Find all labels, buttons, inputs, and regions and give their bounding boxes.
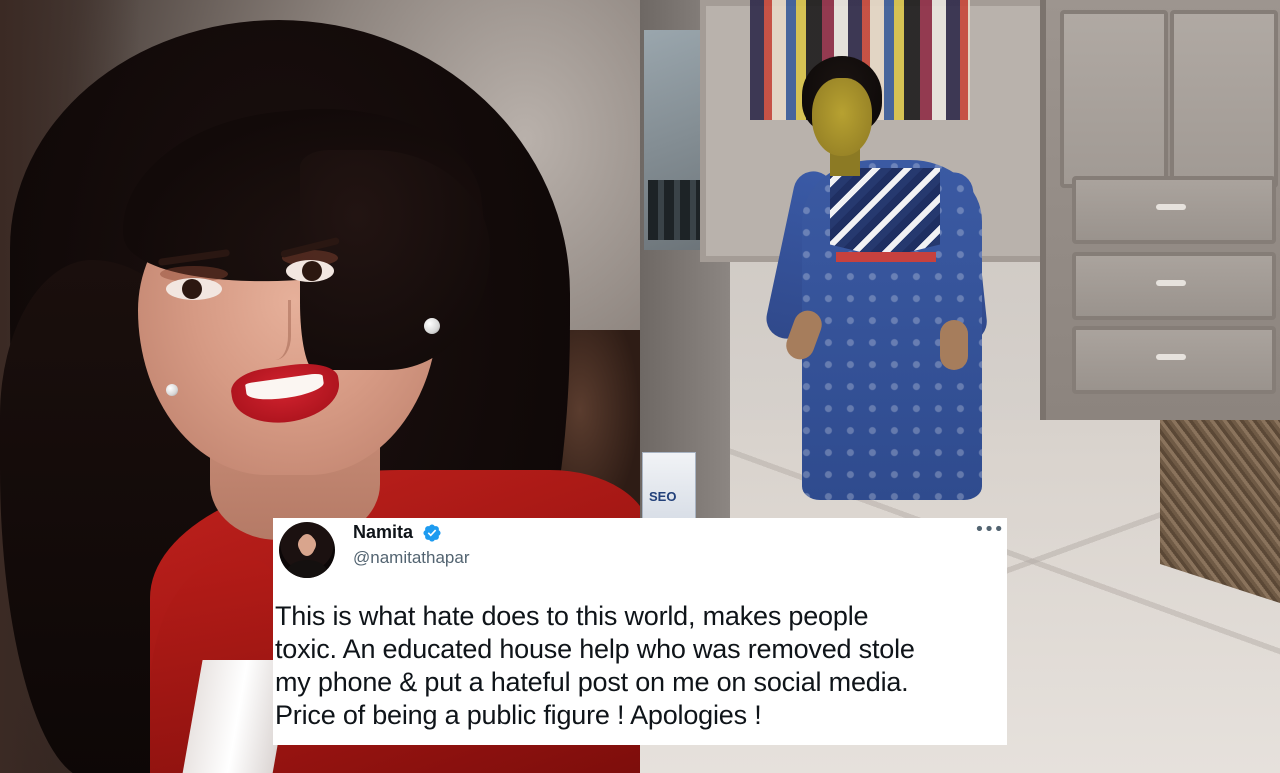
drawer-handle (1156, 280, 1186, 286)
tweet-card: Namita @namitathapar ••• This is what ha… (273, 518, 1007, 745)
drawer (1072, 176, 1276, 244)
kurta-trim (836, 252, 936, 262)
product-box: SEO (642, 452, 696, 524)
drawer (1072, 326, 1276, 394)
tweet-body: This is what hate does to this world, ma… (275, 601, 915, 730)
drawer-handle (1156, 204, 1186, 210)
cabinet-door-right (1170, 10, 1278, 188)
user-handle[interactable]: @namitathapar (353, 547, 470, 569)
verified-badge-icon (423, 524, 441, 542)
display-name[interactable]: Namita (353, 520, 413, 544)
earring-right (424, 318, 440, 334)
box-label: SEO (649, 489, 677, 504)
earring-left (166, 384, 178, 396)
eye-right (286, 260, 334, 282)
drawer-handle (1156, 354, 1186, 360)
face-mask (812, 78, 872, 156)
hand-right (940, 320, 968, 370)
eye-left (166, 278, 222, 300)
more-options-icon[interactable]: ••• (974, 520, 1004, 540)
cabinet-door-left (1060, 10, 1168, 188)
nose (252, 300, 291, 360)
bottles (648, 180, 708, 240)
avatar[interactable] (279, 522, 335, 578)
composite-image: SEO Namita @namitathapar ••• This is wha… (0, 0, 1280, 773)
kurta-yoke-pattern (830, 168, 940, 258)
drawer (1072, 252, 1276, 320)
